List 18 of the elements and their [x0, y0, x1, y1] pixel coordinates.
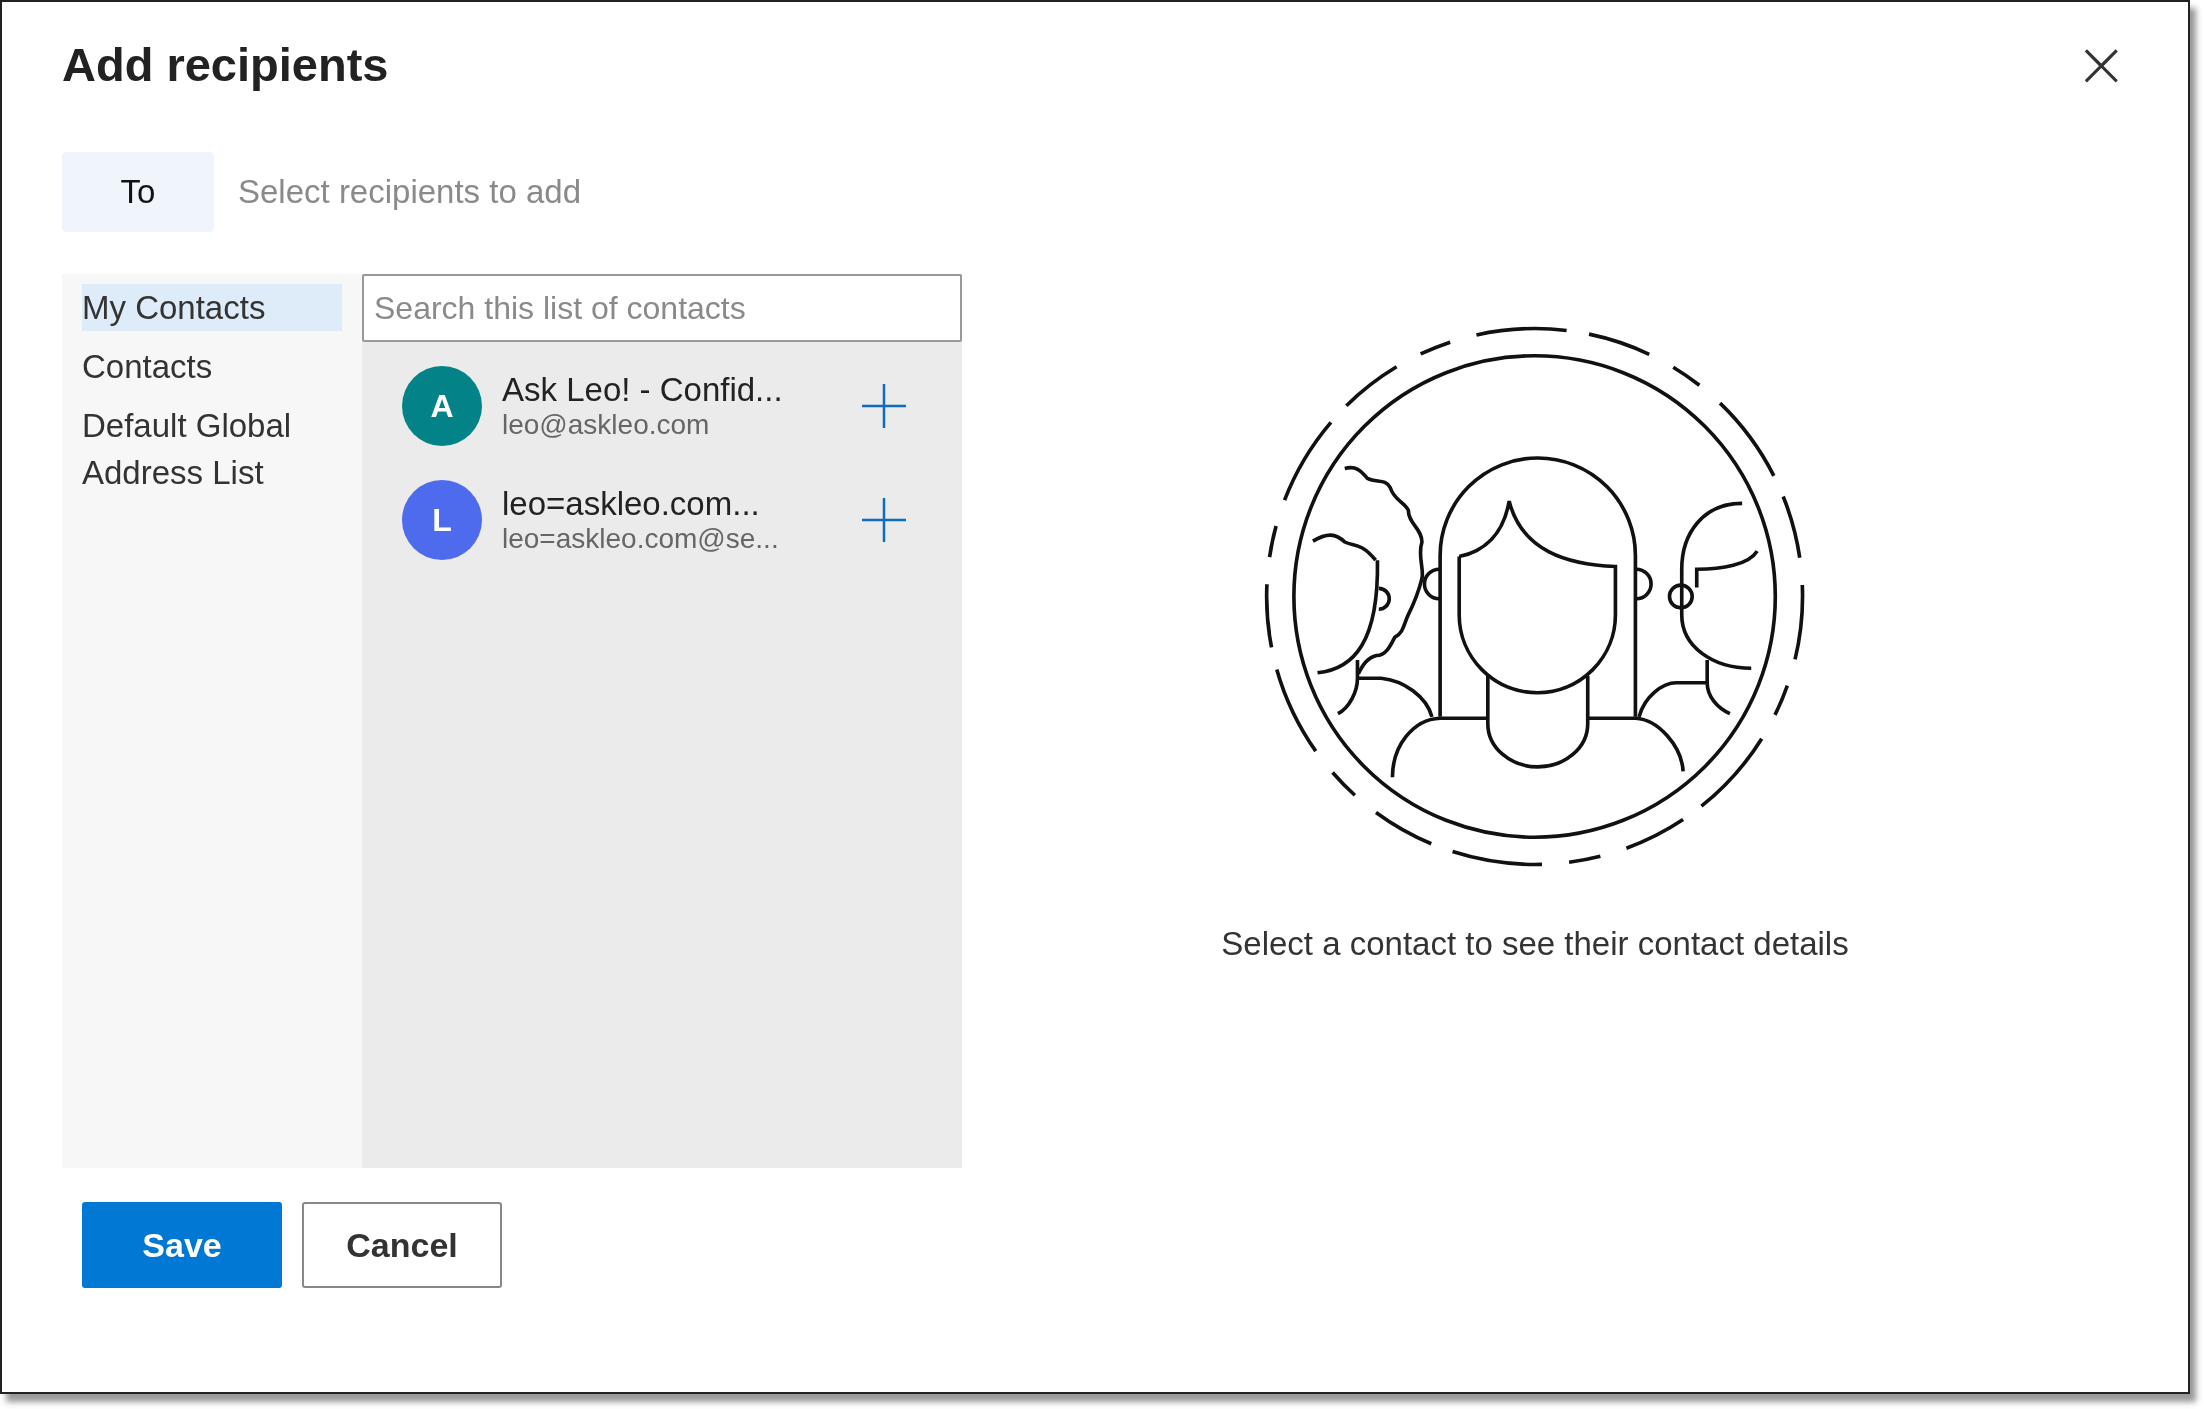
- contact-email: leo@askleo.com: [502, 409, 711, 441]
- cancel-button[interactable]: Cancel: [302, 1202, 502, 1288]
- sidebar-item[interactable]: Contacts: [82, 343, 342, 390]
- contact-email: leo=askleo.com@se...: [502, 523, 780, 555]
- contact-name[interactable]: leo=askleo.com...: [502, 485, 832, 523]
- sidebar-item[interactable]: My Contacts: [82, 284, 342, 331]
- contact-name[interactable]: Ask Leo! - Confid...: [502, 371, 832, 409]
- add-icon[interactable]: [862, 384, 906, 428]
- dialog-title: Add recipients: [62, 36, 389, 92]
- avatar: L: [402, 480, 482, 560]
- to-button[interactable]: To: [62, 152, 214, 232]
- close-button[interactable]: ×: [2064, 32, 2138, 96]
- avatar: A: [402, 366, 482, 446]
- empty-state-message: Select a contact to see their contact details: [1221, 925, 1849, 963]
- add-icon[interactable]: [862, 498, 906, 542]
- save-button[interactable]: Save: [82, 1202, 282, 1288]
- search-field[interactable]: Search this list of contacts: [362, 274, 962, 342]
- sidebar-item[interactable]: Default Global Address List: [82, 402, 342, 496]
